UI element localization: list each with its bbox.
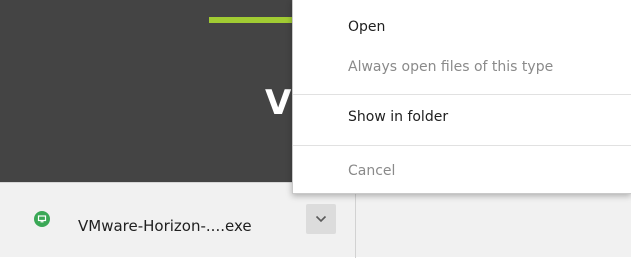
download-item[interactable]: VMware-Horizon-....exe: [0, 183, 356, 258]
download-context-menu: Open Always open files of this type Show…: [292, 0, 631, 194]
download-options-button[interactable]: [306, 204, 336, 234]
download-file-name[interactable]: VMware-Horizon-....exe: [78, 217, 252, 235]
menu-item-show-in-folder[interactable]: Show in folder: [293, 109, 631, 125]
menu-separator: [293, 145, 631, 146]
menu-item-cancel[interactable]: Cancel: [293, 163, 631, 179]
installer-icon: [34, 211, 50, 227]
menu-item-always-open[interactable]: Always open files of this type: [293, 59, 631, 75]
page-logo-letter: V: [265, 83, 292, 123]
menu-item-open[interactable]: Open: [293, 19, 631, 35]
chevron-down-icon: [315, 215, 327, 223]
accent-line: [209, 17, 297, 23]
menu-separator: [293, 94, 631, 95]
